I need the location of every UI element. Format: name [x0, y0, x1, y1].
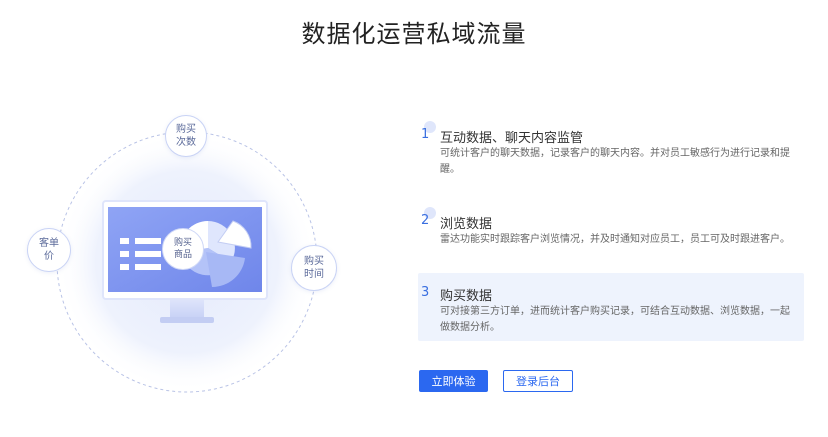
feature-steps: 1 互动数据、聊天内容监管 可统计客户的聊天数据，记录客户的聊天内容。并对员工敏…: [418, 115, 804, 341]
monitor-neck: [170, 299, 204, 317]
step-number: 1: [421, 121, 439, 145]
step-number: 3: [421, 279, 439, 303]
center-label-product: 购买商品: [162, 228, 204, 270]
step-desc: 雷达功能实时跟踪客户浏览情况，并及时通知对应员工，员工可及时跟进客户。: [440, 234, 790, 245]
step-item-active[interactable]: 3 购买数据 可对接第三方订单，进而统计客户购买记录，可结合互动数据、浏览数据，…: [418, 273, 804, 341]
login-backend-button[interactable]: 登录后台: [503, 370, 573, 392]
monitor-illustration: 购买次数 客单价 购买时间 购买商品: [0, 0, 400, 433]
step-title: 互动数据、聊天内容监管: [440, 131, 584, 146]
illustration-graphic: [56, 131, 318, 393]
step-number: 2: [421, 207, 439, 231]
step-item[interactable]: 1 互动数据、聊天内容监管 可统计客户的聊天数据，记录客户的聊天内容。并对员工敏…: [418, 115, 804, 195]
step-item[interactable]: 2 浏览数据 雷达功能实时跟踪客户浏览情况，并及时通知对应员工，员工可及时跟进客…: [418, 201, 804, 281]
step-desc: 可对接第三方订单，进而统计客户购买记录，可结合互动数据、浏览数据，一起做数据分析…: [440, 306, 790, 333]
bubble-unit-price: 客单价: [27, 228, 71, 272]
step-title: 购买数据: [440, 289, 493, 304]
monitor-base: [160, 317, 214, 323]
bubble-purchase-count: 购买次数: [165, 115, 207, 157]
screen-list: [120, 238, 161, 270]
step-desc: 可统计客户的聊天数据，记录客户的聊天内容。并对员工敏感行为进行记录和提醒。: [440, 148, 790, 175]
try-now-button[interactable]: 立即体验: [419, 370, 488, 392]
step-title: 浏览数据: [440, 217, 493, 232]
bubble-purchase-time: 购买时间: [291, 245, 337, 291]
